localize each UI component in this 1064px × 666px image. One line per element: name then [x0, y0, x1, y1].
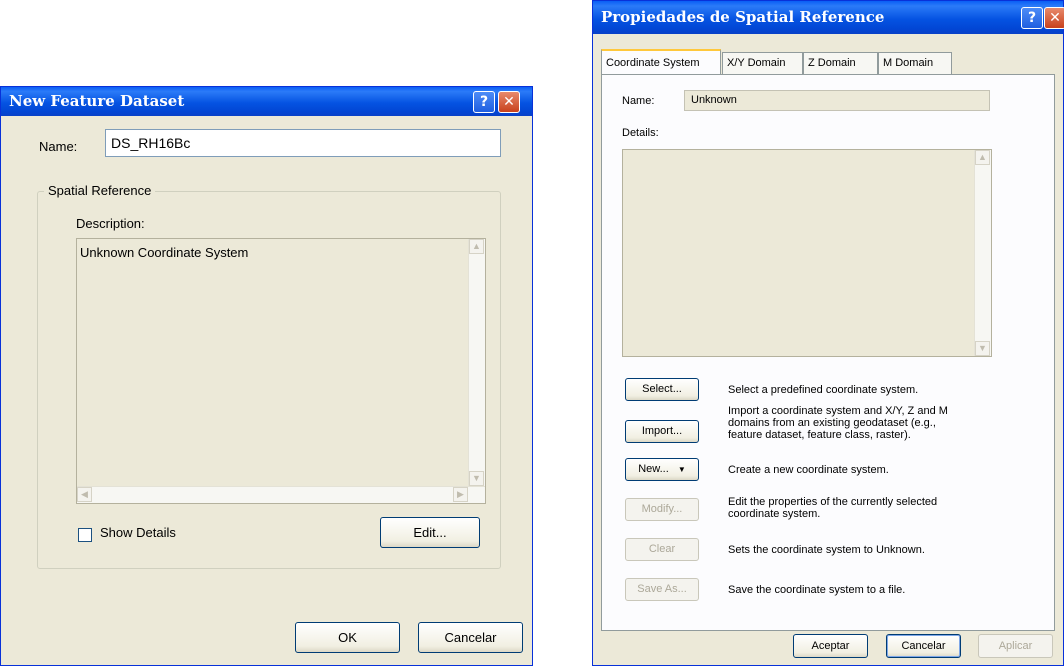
cancel-button[interactable]: Cancelar [418, 622, 523, 653]
modify-button[interactable]: Modify... [625, 498, 699, 521]
scroll-down-icon[interactable]: ▼ [469, 471, 484, 486]
vertical-scrollbar[interactable]: ▲ ▼ [974, 150, 991, 356]
apply-button-label: Aplicar [998, 640, 1033, 652]
ok-button[interactable]: OK [295, 622, 400, 653]
help-icon[interactable]: ? [473, 91, 495, 113]
scroll-up-icon[interactable]: ▲ [469, 239, 484, 254]
spatial-reference-properties-dialog: Propiedades de Spatial Reference ? ✕ Coo… [592, 0, 1064, 666]
clear-description: Sets the coordinate system to Unknown. [728, 544, 925, 556]
coordinate-system-panel: Name: Unknown Details: ▲ ▼ Select... Sel… [601, 74, 1055, 631]
dialog-title: Propiedades de Spatial Reference [601, 8, 885, 26]
tab-strip: Coordinate System X/Y Domain Z Domain M … [601, 48, 1055, 74]
select-description: Select a predefined coordinate system. [728, 384, 919, 396]
scroll-up-icon[interactable]: ▲ [975, 150, 990, 165]
title-bar[interactable]: New Feature Dataset [1, 87, 532, 116]
import-description: Import a coordinate system and X/Y, Z an… [728, 405, 948, 441]
title-bar[interactable]: Propiedades de Spatial Reference [593, 1, 1063, 34]
horizontal-scrollbar[interactable]: ◀ ▶ [77, 486, 485, 503]
name-value: DS_RH16Bc [111, 135, 191, 151]
tab-xy-domain[interactable]: X/Y Domain [722, 52, 803, 74]
spatial-reference-label: Spatial Reference [44, 183, 156, 198]
show-details-checkbox[interactable] [78, 528, 92, 542]
name-label: Name: [39, 139, 78, 154]
tab-m-domain[interactable]: M Domain [878, 52, 952, 74]
help-icon[interactable]: ? [1021, 7, 1043, 29]
modify-description: Edit the properties of the currently sel… [728, 496, 938, 520]
dialog-title: New Feature Dataset [9, 92, 185, 110]
name-label: Name: [622, 95, 655, 107]
tab-label: Coordinate System [606, 57, 700, 69]
tab-label: Z Domain [808, 57, 856, 69]
apply-button[interactable]: Aplicar [978, 634, 1053, 658]
save-as-button-label: Save As... [637, 583, 687, 595]
ok-button-label: OK [338, 630, 357, 645]
edit-button-label: Edit... [413, 525, 447, 540]
tab-label: M Domain [883, 57, 934, 69]
clear-button[interactable]: Clear [625, 538, 699, 561]
accept-button[interactable]: Aceptar [793, 634, 868, 658]
show-details-label: Show Details [100, 525, 176, 540]
accept-button-label: Aceptar [811, 640, 850, 652]
new-button-label: New... [638, 463, 669, 475]
name-field: Unknown [684, 90, 990, 111]
vertical-scrollbar[interactable]: ▲ ▼ [468, 239, 485, 486]
tab-label: X/Y Domain [727, 57, 786, 69]
details-textarea[interactable]: ▲ ▼ [622, 149, 992, 357]
close-icon[interactable]: ✕ [1044, 7, 1064, 29]
scroll-right-icon[interactable]: ▶ [453, 487, 468, 502]
details-label: Details: [622, 127, 659, 139]
tab-z-domain[interactable]: Z Domain [803, 52, 878, 74]
save-as-description: Save the coordinate system to a file. [728, 584, 906, 596]
import-button-label: Import... [641, 425, 683, 437]
description-label: Description: [76, 216, 145, 231]
new-description: Create a new coordinate system. [728, 464, 889, 476]
import-button[interactable]: Import... [625, 420, 699, 443]
cancel-button-label: Cancelar [444, 630, 497, 645]
description-textarea[interactable]: Unknown Coordinate System ▲ ▼ ◀ ▶ [76, 238, 486, 504]
new-button[interactable]: New... ▼ [625, 458, 699, 481]
select-button[interactable]: Select... [625, 378, 699, 401]
cancel-button[interactable]: Cancelar [886, 634, 961, 658]
edit-button[interactable]: Edit... [380, 517, 480, 548]
dropdown-arrow-icon: ▼ [677, 465, 686, 474]
save-as-button[interactable]: Save As... [625, 578, 699, 601]
name-field[interactable]: DS_RH16Bc [105, 129, 501, 157]
description-text: Unknown Coordinate System [80, 245, 249, 260]
cancel-button-label: Cancelar [901, 640, 946, 652]
spatial-reference-group: Spatial Reference Description: Unknown C… [37, 183, 501, 569]
name-value: Unknown [691, 94, 737, 106]
scroll-down-icon[interactable]: ▼ [975, 341, 990, 356]
new-feature-dataset-dialog: New Feature Dataset ? ✕ Name: DS_RH16Bc … [0, 86, 533, 666]
select-button-label: Select... [642, 383, 682, 395]
tab-coordinate-system[interactable]: Coordinate System [601, 49, 721, 74]
close-icon[interactable]: ✕ [498, 91, 520, 113]
modify-button-label: Modify... [641, 503, 683, 515]
clear-button-label: Clear [648, 543, 676, 555]
scroll-left-icon[interactable]: ◀ [77, 487, 92, 502]
